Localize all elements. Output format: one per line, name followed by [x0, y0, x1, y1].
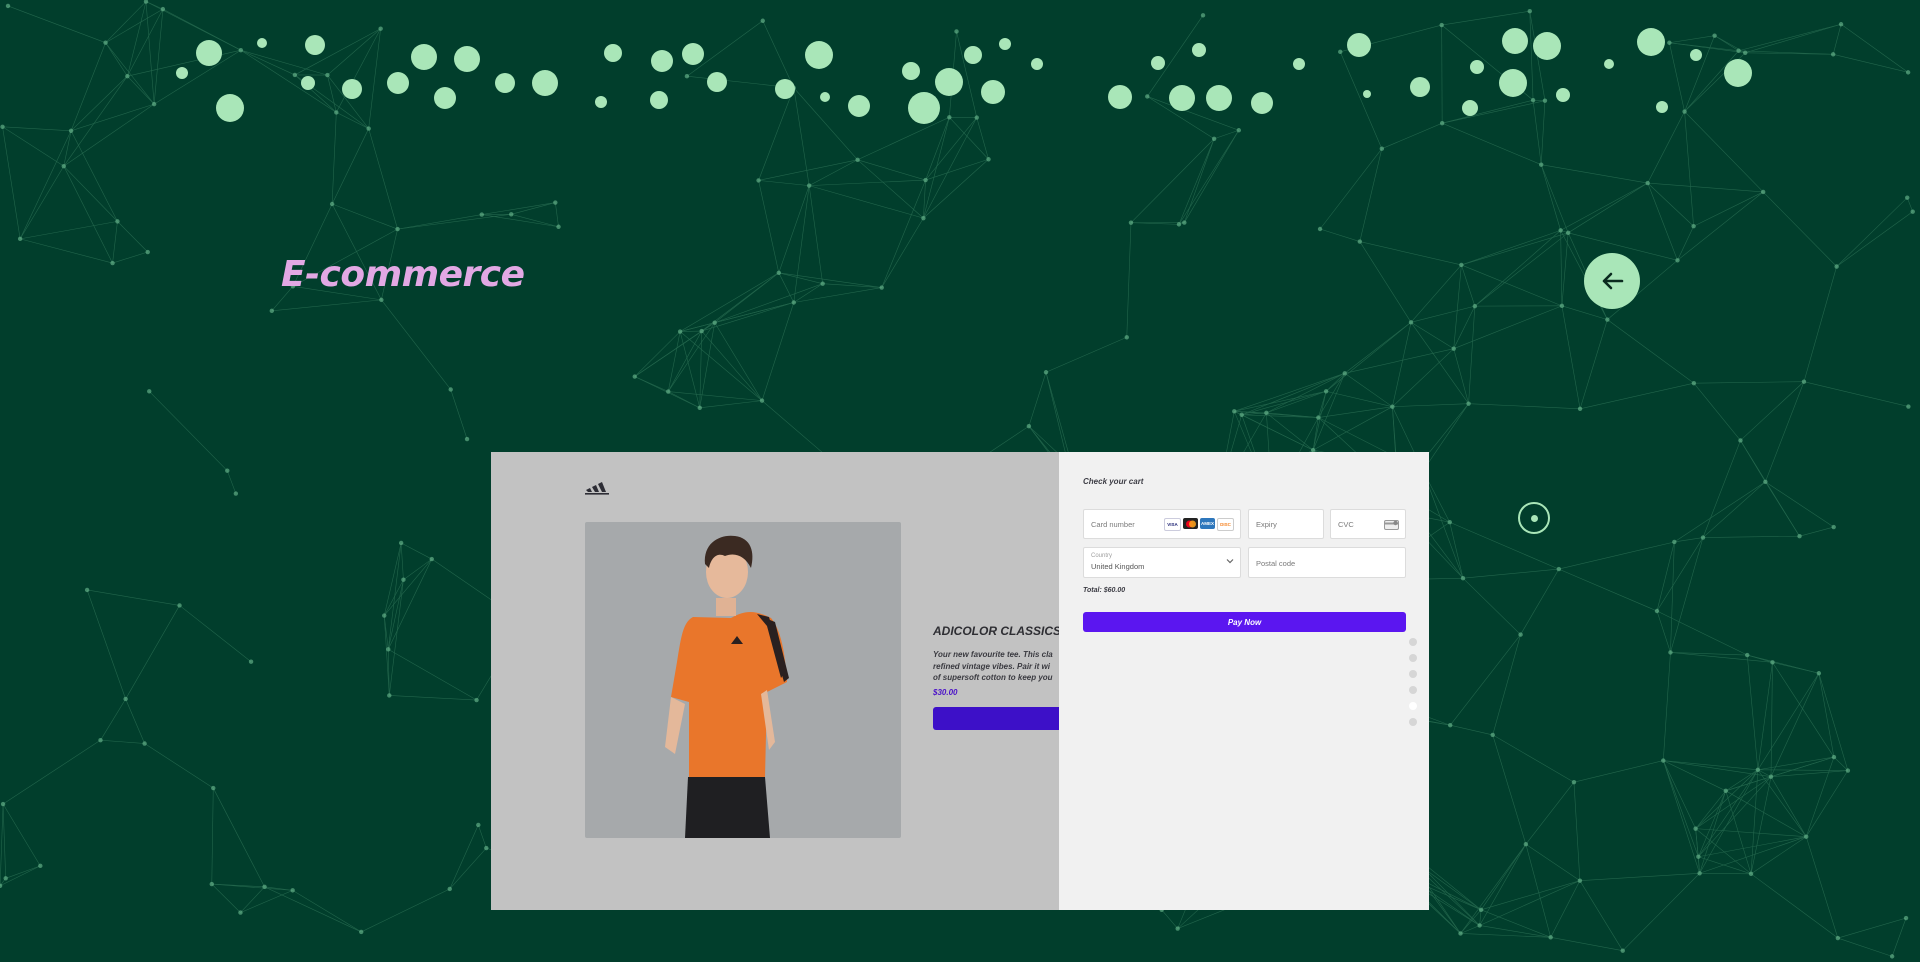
decorative-bubble	[1724, 59, 1752, 87]
project-preview: ADICOLOR CLASSICS Your new favourite tee…	[491, 452, 1429, 910]
decorative-bubble	[1533, 32, 1561, 60]
product-price: $30.00	[933, 688, 958, 697]
decorative-bubble	[1410, 77, 1430, 97]
carousel-dot[interactable]	[1409, 702, 1417, 710]
card-number-field[interactable]: Card number VISA AMEX DISC	[1083, 509, 1241, 539]
decorative-bubble	[387, 72, 409, 94]
decorative-bubble	[495, 73, 515, 93]
decorative-bubble	[651, 50, 673, 72]
decorative-dots	[176, 28, 1752, 124]
checkout-heading: Check your cart	[1083, 477, 1144, 486]
card-brand-icons: VISA AMEX DISC	[1164, 518, 1234, 531]
page-title: E-commerce	[281, 254, 525, 295]
decorative-bubble	[650, 91, 668, 109]
decorative-bubble	[1151, 56, 1165, 70]
decorative-bubble	[1462, 100, 1478, 116]
mastercard-icon	[1183, 518, 1198, 529]
discover-icon: DISC	[1217, 518, 1234, 531]
product-pane: ADICOLOR CLASSICS Your new favourite tee…	[491, 452, 1133, 910]
product-photo	[585, 522, 901, 838]
decorative-bubble	[999, 38, 1011, 50]
decorative-bubble	[820, 92, 830, 102]
carousel-dot[interactable]	[1409, 686, 1417, 694]
order-total: Total: $60.00	[1083, 587, 1126, 594]
decorative-bubble	[595, 96, 607, 108]
decorative-bubble	[848, 95, 870, 117]
target-icon	[1518, 502, 1550, 534]
postal-code-field[interactable]: Postal code	[1248, 547, 1406, 578]
decorative-bubble	[1031, 58, 1043, 70]
decorative-bubble	[682, 43, 704, 65]
carousel-pagination	[1409, 638, 1417, 726]
decorative-bubble	[342, 79, 362, 99]
model-image	[665, 535, 789, 838]
country-select[interactable]: Country United Kingdom	[1083, 547, 1241, 578]
decorative-bubble	[805, 41, 833, 69]
decorative-bubble	[1637, 28, 1665, 56]
cvc-card-icon	[1384, 520, 1399, 530]
decorative-bubble	[216, 94, 244, 122]
adidas-logo	[585, 482, 609, 495]
carousel-dot[interactable]	[1409, 654, 1417, 662]
decorative-bubble	[1499, 69, 1527, 97]
decorative-bubble	[1206, 85, 1232, 111]
checkout-panel: Check your cart Card number VISA AMEX DI…	[1059, 452, 1429, 910]
decorative-bubble	[935, 68, 963, 96]
decorative-bubble	[1347, 33, 1371, 57]
carousel-dot[interactable]	[1409, 718, 1417, 726]
decorative-bubble	[775, 79, 795, 99]
carousel-dot[interactable]	[1409, 638, 1417, 646]
decorative-bubble	[301, 76, 315, 90]
decorative-bubble	[454, 46, 480, 72]
decorative-bubble	[707, 72, 727, 92]
decorative-bubble	[196, 40, 222, 66]
decorative-bubble	[1470, 60, 1484, 74]
decorative-bubble	[1293, 58, 1305, 70]
decorative-bubble	[1656, 101, 1668, 113]
decorative-bubble	[1108, 85, 1132, 109]
decorative-bubble	[981, 80, 1005, 104]
decorative-bubble	[1363, 90, 1371, 98]
amex-icon: AMEX	[1200, 518, 1215, 529]
decorative-bubble	[1604, 59, 1614, 69]
decorative-bubble	[532, 70, 558, 96]
decorative-bubble	[176, 67, 188, 79]
decorative-bubble	[604, 44, 622, 62]
decorative-bubble	[964, 46, 982, 64]
decorative-bubble	[908, 92, 940, 124]
decorative-bubble	[1169, 85, 1195, 111]
decorative-bubble	[305, 35, 325, 55]
decorative-bubble	[1192, 43, 1206, 57]
chevron-down-icon	[1226, 559, 1234, 564]
visa-icon: VISA	[1164, 518, 1181, 531]
carousel-dot[interactable]	[1409, 670, 1417, 678]
decorative-bubble	[411, 44, 437, 70]
decorative-bubble	[1690, 49, 1702, 61]
decorative-bubble	[434, 87, 456, 109]
pay-now-button[interactable]: Pay Now	[1083, 612, 1406, 632]
decorative-bubble	[902, 62, 920, 80]
decorative-bubble	[1251, 92, 1273, 114]
back-button[interactable]	[1584, 253, 1640, 309]
expiry-field[interactable]: Expiry	[1248, 509, 1324, 539]
decorative-bubble	[257, 38, 267, 48]
decorative-bubble	[1556, 88, 1570, 102]
decorative-bubble	[1502, 28, 1528, 54]
arrow-left-icon	[1602, 272, 1624, 290]
cvc-field[interactable]: CVC	[1330, 509, 1406, 539]
